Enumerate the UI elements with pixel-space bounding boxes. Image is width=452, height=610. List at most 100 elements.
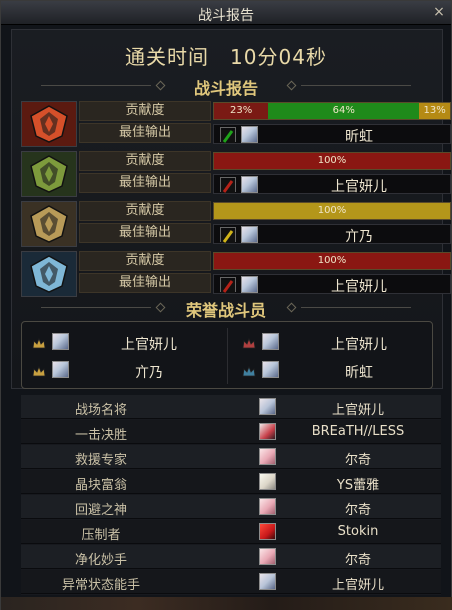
contribution-bar: 100% <box>213 202 451 220</box>
forest-emblem-icon <box>21 151 77 197</box>
award-title: 净化妙手 <box>74 553 127 568</box>
best-output-row: 上官妍儿 <box>213 274 451 295</box>
character-portrait-icon <box>259 473 276 490</box>
character-portrait-icon <box>259 423 276 440</box>
honor-player: 昕虹 <box>232 358 432 384</box>
character-portrait-icon <box>262 361 279 378</box>
character-portrait-icon <box>52 333 69 350</box>
contribution-segment: 13% <box>419 103 450 119</box>
award-table: 战场名将 上官妍儿 一击决胜 BREaTH//LESS 救援专家 尔奇 晶块富翁 YS蕾雅 回避… <box>21 395 441 595</box>
character-portrait-icon <box>259 523 276 540</box>
award-player-name: YS蕾雅 <box>336 478 380 493</box>
ice-emblem-icon <box>21 251 77 297</box>
contribution-label: 贡献度 <box>79 251 211 271</box>
battle-report-window: 战斗报告 × 通关时间 10分04秒 战斗报告 贡献度 23% 64% 13% 最佳输出… <box>0 0 452 610</box>
crown-icon <box>242 363 256 377</box>
award-player-name: BREaTH//LESS <box>311 424 405 439</box>
contribution-segment: 64% <box>268 103 420 119</box>
best-player-name: 亣乃 <box>345 229 373 245</box>
award-title: 救援专家 <box>74 453 127 468</box>
best-output-label: 最佳输出 <box>79 273 211 293</box>
crown-icon <box>242 335 256 349</box>
award-title: 压制者 <box>81 528 121 543</box>
close-icon[interactable]: × <box>431 4 447 20</box>
award-title: 异常状态能手 <box>61 578 140 593</box>
award-player-name: 尔奇 <box>344 553 371 568</box>
honor-box: 上官妍儿 上官妍儿亣乃 昕虹 <box>21 321 433 389</box>
character-portrait-icon <box>262 333 279 350</box>
contribution-segment: 100% <box>214 203 450 219</box>
best-output-row: 昕虹 <box>213 124 451 145</box>
weapon-icon <box>220 227 236 243</box>
award-title: 战场名将 <box>74 403 127 418</box>
award-row: 战场名将 上官妍儿 <box>21 395 441 419</box>
section-title: 荣誉战斗员 <box>185 301 266 320</box>
section-header-report: 战斗报告 <box>21 75 431 98</box>
character-portrait-icon <box>259 398 276 415</box>
weapon-icon <box>220 177 236 193</box>
character-portrait-icon <box>259 548 276 565</box>
best-output-row: 上官妍儿 <box>213 174 451 195</box>
character-portrait-icon <box>241 176 258 193</box>
best-player-name: 上官妍儿 <box>331 279 387 295</box>
award-row: 回避之神 尔奇 <box>21 495 441 519</box>
honor-player-name: 昕虹 <box>345 365 373 381</box>
award-row: 一击决胜 BREaTH//LESS <box>21 420 441 444</box>
best-player-name: 上官妍儿 <box>331 179 387 195</box>
character-portrait-icon <box>241 276 258 293</box>
award-player-name: Stokin <box>337 524 379 539</box>
best-output-row: 亣乃 <box>213 224 451 245</box>
best-player-name: 昕虹 <box>345 129 373 145</box>
award-player-name: 尔奇 <box>344 453 371 468</box>
character-portrait-icon <box>52 361 69 378</box>
award-row: 净化妙手 尔奇 <box>21 545 441 569</box>
honor-player-name: 上官妍儿 <box>331 337 387 353</box>
team-row: 贡献度 100% 最佳输出 上官妍儿 <box>21 251 451 297</box>
award-row: 压制者 Stokin <box>21 520 441 544</box>
weapon-icon <box>220 277 236 293</box>
window-title: 战斗报告 <box>198 8 254 24</box>
honor-player: 上官妍儿 <box>22 330 222 356</box>
character-portrait-icon <box>241 126 258 143</box>
award-row: 救援专家 尔奇 <box>21 445 441 469</box>
clear-time: 通关时间 10分04秒 <box>125 45 327 69</box>
crown-icon <box>32 335 46 349</box>
award-title: 一击决胜 <box>74 428 127 443</box>
contribution-bar: 100% <box>213 252 451 270</box>
honor-player-name: 上官妍儿 <box>121 337 177 353</box>
title-bar[interactable]: 战斗报告 × <box>1 1 451 25</box>
contribution-segment: 23% <box>214 103 269 119</box>
award-player-name: 上官妍儿 <box>331 578 384 593</box>
best-output-label: 最佳输出 <box>79 173 211 193</box>
award-row: 晶块富翁 YS蕾雅 <box>21 470 441 494</box>
honor-player-name: 亣乃 <box>135 365 163 381</box>
award-player-name: 上官妍儿 <box>331 403 384 418</box>
award-row: 异常状态能手 上官妍儿 <box>21 570 441 594</box>
crown-icon <box>32 363 46 377</box>
contribution-bar: 100% <box>213 152 451 170</box>
honor-player: 上官妍儿 <box>232 330 432 356</box>
award-title: 回避之神 <box>74 503 127 518</box>
team-row: 贡献度 23% 64% 13% 最佳输出 昕虹 <box>21 101 451 147</box>
best-output-label: 最佳输出 <box>79 123 211 143</box>
character-portrait-icon <box>241 226 258 243</box>
team-row: 贡献度 100% 最佳输出 上官妍儿 <box>21 151 451 197</box>
contribution-label: 贡献度 <box>79 201 211 221</box>
contribution-segment: 100% <box>214 253 450 269</box>
section-title: 战斗报告 <box>193 79 258 98</box>
section-header-honor: 荣誉战斗员 <box>21 297 431 320</box>
award-title: 晶块富翁 <box>74 478 127 493</box>
character-portrait-icon <box>259 573 276 590</box>
contribution-label: 贡献度 <box>79 151 211 171</box>
contribution-label: 贡献度 <box>79 101 211 121</box>
team-row: 贡献度 100% 最佳输出 亣乃 <box>21 201 451 247</box>
award-player-name: 尔奇 <box>344 503 371 518</box>
best-output-label: 最佳输出 <box>79 223 211 243</box>
character-portrait-icon <box>259 448 276 465</box>
background-strip <box>1 597 452 610</box>
weapon-icon <box>220 127 236 143</box>
fire-emblem-icon <box>21 101 77 147</box>
character-portrait-icon <box>259 498 276 515</box>
contribution-bar: 23% 64% 13% <box>213 102 451 120</box>
contribution-segment: 100% <box>214 153 450 169</box>
